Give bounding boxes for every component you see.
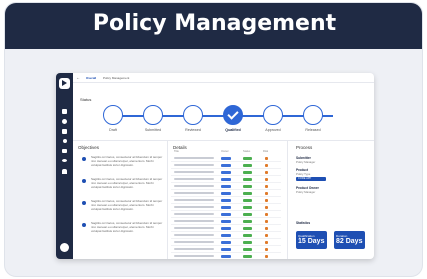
details-panel: Details Title Owner Status Risk <box>171 143 281 258</box>
step-label: Reviewed <box>185 128 201 132</box>
table-row[interactable] <box>171 169 281 176</box>
avatar-icon[interactable] <box>60 243 69 252</box>
globe-icon[interactable] <box>60 119 69 125</box>
list-item: Sagittis orci lacus, consectetur at bibe… <box>78 199 164 219</box>
process-title: Process <box>296 145 313 150</box>
bullet-icon <box>82 179 86 183</box>
divider <box>287 141 288 259</box>
tab-overall[interactable]: Overall <box>86 76 96 80</box>
list-item: Sagittis orci lacus, consectetur at bibe… <box>78 221 164 241</box>
table-row[interactable] <box>171 239 281 246</box>
objectives-panel: Objectives Sagittis orci lacus, consecte… <box>78 143 164 249</box>
table-row[interactable] <box>171 232 281 239</box>
status-stepper: Draft Submitted Reviewed Qualified Approved R… <box>73 101 374 137</box>
users-icon[interactable] <box>60 169 69 175</box>
list-item: Sagittis orci lacus, consectetur at bibe… <box>78 177 164 197</box>
search-icon[interactable] <box>60 139 69 145</box>
process-panel: Process Submitter Policy Manager Product… <box>294 143 370 253</box>
table-row[interactable] <box>171 190 281 197</box>
banner: Policy Management <box>5 3 422 49</box>
column-header: Owner <box>221 150 229 153</box>
duration-stat: Duration 82 Days <box>334 231 365 249</box>
divider <box>73 140 374 141</box>
sidebar <box>56 73 73 259</box>
table-row[interactable] <box>171 183 281 190</box>
bullet-icon <box>82 223 86 227</box>
product-value: Policy Type <box>296 172 311 176</box>
page-title: Policy Management <box>92 11 337 36</box>
bullet-icon <box>82 157 86 161</box>
table-row[interactable] <box>171 211 281 218</box>
home-icon[interactable] <box>60 109 69 115</box>
step-approved[interactable] <box>263 105 283 125</box>
step-label: Released <box>305 128 321 132</box>
step-qualified[interactable] <box>223 105 243 125</box>
column-header: Title <box>174 150 179 153</box>
step-released[interactable] <box>303 105 323 125</box>
product-select[interactable]: CORE APP <box>296 177 326 181</box>
step-reviewed[interactable] <box>183 105 203 125</box>
app-screenshot: ← Overall Policy Management Status Draft… <box>56 73 374 259</box>
bullet-icon <box>82 201 86 205</box>
divider <box>167 141 168 259</box>
step-submitted[interactable] <box>143 105 163 125</box>
tab-bar: ← Overall Policy Management <box>73 73 374 83</box>
table-row[interactable] <box>171 197 281 204</box>
table-row[interactable] <box>171 253 281 259</box>
column-header: Status <box>243 150 251 153</box>
tab-policy-management[interactable]: Policy Management <box>103 76 129 80</box>
back-button[interactable]: ← <box>76 75 80 80</box>
owner-value: Policy Manager <box>296 190 316 194</box>
step-label: Qualified <box>225 128 241 132</box>
qualification-stat: Qualification 15 Days <box>296 231 327 249</box>
submitter-value: Policy Manager <box>296 160 316 164</box>
document-icon[interactable] <box>60 129 69 135</box>
table-row[interactable] <box>171 162 281 169</box>
column-header: Risk <box>263 150 269 153</box>
table-row[interactable] <box>171 155 281 162</box>
objectives-title: Objectives <box>78 145 100 150</box>
table-row[interactable] <box>171 246 281 253</box>
table-row[interactable] <box>171 176 281 183</box>
step-label: Approved <box>265 128 281 132</box>
logo-icon[interactable] <box>59 78 70 89</box>
statistics-title: Statistics <box>296 221 311 225</box>
chart-icon[interactable] <box>60 149 69 155</box>
slide-card: Policy Management ← Overall Policy Manag… <box>4 2 423 277</box>
table-row[interactable] <box>171 204 281 211</box>
eye-icon[interactable] <box>60 159 69 165</box>
step-label: Draft <box>109 128 117 132</box>
step-label: Submitted <box>144 128 162 132</box>
list-item: Sagittis orci lacus, consectetur at bibe… <box>78 155 164 175</box>
step-draft[interactable] <box>103 105 123 125</box>
table-row[interactable] <box>171 225 281 232</box>
table-row[interactable] <box>171 218 281 225</box>
